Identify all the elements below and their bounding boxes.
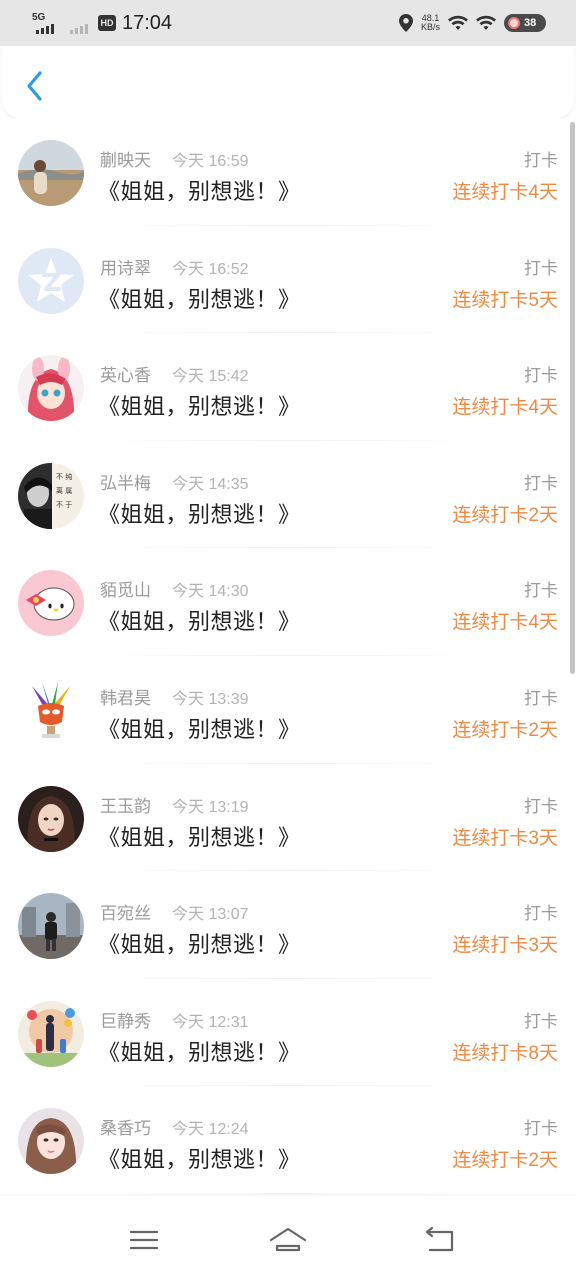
network-label: 5G — [32, 12, 46, 23]
user-name: 韩君昊 — [100, 688, 151, 708]
record-type: 打卡 — [524, 366, 558, 386]
list-item[interactable]: 王玉韵 今天 13:19 《姐姐，别想逃！》 打卡 连续打卡3天 — [0, 763, 576, 872]
timestamp: 今天 13:39 — [172, 690, 249, 708]
timestamp: 今天 14:35 — [172, 475, 249, 493]
list-item[interactable]: 不 纯离 属不 于 弘半梅 今天 14:35 《姐姐，别想逃！》 打卡 连续打卡… — [0, 440, 576, 549]
streak-label: 连续打卡5天 — [452, 289, 558, 311]
signal-icon: 5G — [32, 10, 62, 36]
home-button[interactable] — [268, 1222, 308, 1258]
timestamp: 今天 12:31 — [172, 1013, 249, 1031]
menu-button[interactable] — [124, 1222, 164, 1258]
battery-icon: 38 — [504, 14, 546, 32]
list-item[interactable]: 蒯映天 今天 16:59 《姐姐，别想逃！》 打卡 连续打卡4天 — [0, 118, 576, 226]
back-icon — [425, 1226, 454, 1252]
avatar[interactable]: 不 纯离 属不 于 — [18, 462, 84, 529]
streak-label: 连续打卡2天 — [452, 719, 558, 741]
timestamp: 今天 16:59 — [172, 153, 249, 170]
book-title: 《姐姐，别想逃！》 — [98, 932, 301, 958]
user-name: 英心香 — [100, 366, 151, 386]
user-name: 百宛丝 — [100, 904, 151, 924]
streak-label: 连续打卡2天 — [452, 504, 558, 526]
home-icon — [269, 1227, 307, 1252]
book-title: 《姐姐，别想逃！》 — [98, 1039, 301, 1065]
user-name: 貊觅山 — [100, 581, 151, 601]
streak-label: 连续打卡2天 — [452, 1150, 558, 1172]
user-name: 弘半梅 — [100, 473, 151, 493]
book-title: 《姐姐，别想逃！》 — [98, 394, 301, 420]
streak-label: 连续打卡4天 — [452, 397, 558, 419]
book-title: 《姐姐，别想逃！》 — [98, 501, 301, 527]
avatar[interactable] — [18, 247, 84, 314]
record-type: 打卡 — [524, 904, 558, 924]
checkin-list: 蒯映天 今天 16:59 《姐姐，别想逃！》 打卡 连续打卡4天 用诗翠 今天 … — [0, 118, 576, 1196]
user-name: 王玉韵 — [100, 796, 151, 816]
list-item[interactable]: 貊觅山 今天 14:30 《姐姐，别想逃！》 打卡 连续打卡4天 — [0, 548, 576, 656]
back-button[interactable] — [20, 68, 50, 104]
record-type: 打卡 — [524, 151, 558, 170]
streak-label: 连续打卡3天 — [452, 935, 558, 957]
timestamp: 今天 14:30 — [172, 583, 249, 601]
avatar[interactable] — [18, 140, 84, 206]
avatar[interactable] — [18, 355, 84, 422]
timestamp: 今天 13:07 — [172, 906, 249, 924]
avatar[interactable] — [18, 785, 84, 852]
list-item[interactable]: 韩君昊 今天 13:39 《姐姐，别想逃！》 打卡 连续打卡2天 — [0, 655, 576, 764]
user-name: 蒯映天 — [100, 151, 151, 170]
streak-label: 连续打卡3天 — [452, 827, 558, 849]
list-item[interactable]: 英心香 今天 15:42 《姐姐，别想逃！》 打卡 连续打卡4天 — [0, 333, 576, 441]
record-type: 打卡 — [524, 581, 558, 601]
avatar[interactable] — [18, 1000, 84, 1067]
record-type: 打卡 — [524, 473, 558, 493]
user-name: 用诗翠 — [100, 258, 151, 278]
book-title: 《姐姐，别想逃！》 — [98, 824, 301, 850]
book-title: 《姐姐，别想逃！》 — [98, 716, 301, 742]
user-name: 巨静秀 — [100, 1011, 151, 1031]
status-bar: 5G HD 17:04 48.1 KB/s 38 — [0, 0, 576, 46]
hd-icon: HD — [98, 15, 116, 31]
timestamp: 今天 16:52 — [172, 260, 249, 278]
network-speed: 48.1 KB/s — [421, 14, 440, 32]
avatar[interactable] — [18, 1108, 84, 1175]
scrollbar[interactable] — [570, 122, 575, 674]
timestamp: 今天 13:19 — [172, 798, 249, 816]
menu-icon — [129, 1230, 159, 1250]
avatar[interactable] — [18, 893, 84, 960]
svg-text:不 纯: 不 纯 — [56, 472, 72, 481]
header-bar — [2, 46, 574, 118]
svg-text:不 于: 不 于 — [56, 501, 72, 509]
system-nav-bar — [0, 1196, 576, 1280]
timestamp: 今天 12:24 — [172, 1121, 249, 1139]
list-item[interactable]: 用诗翠 今天 16:52 《姐姐，别想逃！》 打卡 连续打卡5天 — [0, 225, 576, 334]
record-type: 打卡 — [524, 1119, 558, 1139]
record-type: 打卡 — [524, 688, 558, 708]
list-item[interactable]: 桑香巧 今天 12:24 《姐姐，别想逃！》 打卡 连续打卡2天 — [0, 1086, 576, 1194]
signal-icon-secondary — [68, 10, 92, 36]
record-type: 打卡 — [524, 1011, 558, 1031]
record-type: 打卡 — [524, 796, 558, 816]
streak-label: 连续打卡4天 — [452, 182, 558, 203]
book-title: 《姐姐，别想逃！》 — [98, 286, 301, 312]
book-title: 《姐姐，别想逃！》 — [98, 609, 301, 635]
back-nav-button[interactable] — [420, 1222, 460, 1258]
avatar[interactable] — [18, 570, 84, 637]
battery-level: 38 — [524, 17, 537, 29]
user-name: 桑香巧 — [100, 1119, 151, 1139]
list-item[interactable]: 巨静秀 今天 12:31 《姐姐，别想逃！》 打卡 连续打卡8天 — [0, 978, 576, 1087]
book-title: 《姐姐，别想逃！》 — [98, 179, 301, 204]
status-time: 17:04 — [122, 11, 173, 34]
streak-label: 连续打卡4天 — [452, 612, 558, 634]
chevron-left-icon — [27, 71, 42, 101]
speed-unit: KB/s — [420, 22, 440, 32]
wifi-icon — [448, 15, 468, 30]
avatar[interactable] — [18, 677, 84, 744]
record-type: 打卡 — [524, 258, 558, 278]
list-item[interactable]: 百宛丝 今天 13:07 《姐姐，别想逃！》 打卡 连续打卡3天 — [0, 871, 576, 979]
wifi-icon-secondary — [476, 15, 496, 30]
location-icon — [398, 14, 413, 32]
timestamp: 今天 15:42 — [172, 368, 249, 386]
streak-label: 连续打卡8天 — [452, 1042, 558, 1064]
book-title: 《姐姐，别想逃！》 — [98, 1147, 301, 1173]
svg-text:离 属: 离 属 — [56, 486, 72, 495]
